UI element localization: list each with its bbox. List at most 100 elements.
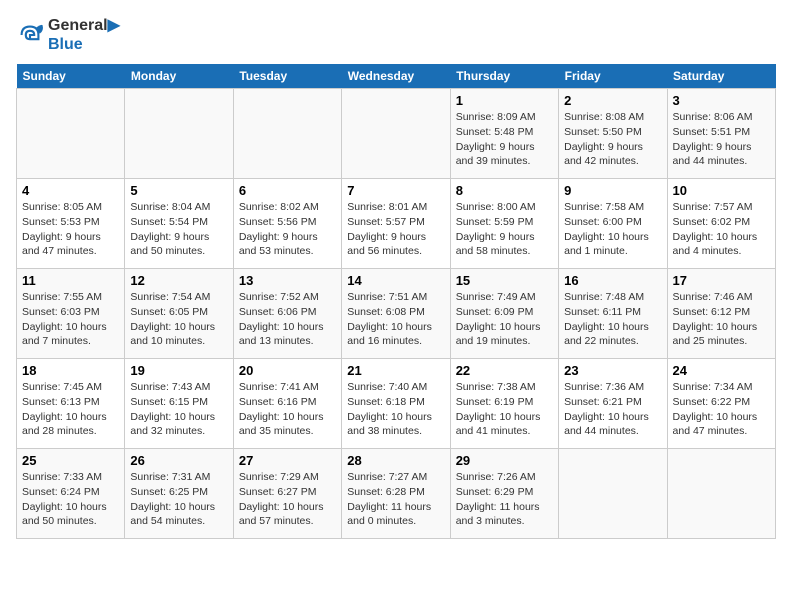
calendar-table: SundayMondayTuesdayWednesdayThursdayFrid… [16, 64, 776, 539]
day-info: Sunrise: 7:29 AM Sunset: 6:27 PM Dayligh… [239, 470, 336, 529]
day-info: Sunrise: 7:40 AM Sunset: 6:18 PM Dayligh… [347, 380, 444, 439]
day-cell [233, 89, 341, 179]
day-info: Sunrise: 7:48 AM Sunset: 6:11 PM Dayligh… [564, 290, 661, 349]
col-header-thursday: Thursday [450, 64, 558, 89]
day-number: 19 [130, 363, 227, 378]
day-cell [667, 449, 775, 539]
day-cell: 4 Sunrise: 8:05 AM Sunset: 5:53 PM Daylig… [17, 179, 125, 269]
day-cell [17, 89, 125, 179]
day-info: Sunrise: 7:26 AM Sunset: 6:29 PM Dayligh… [456, 470, 553, 529]
day-cell: 25 Sunrise: 7:33 AM Sunset: 6:24 PM Dayli… [17, 449, 125, 539]
day-cell [559, 449, 667, 539]
day-info: Sunrise: 8:06 AM Sunset: 5:51 PM Dayligh… [673, 110, 770, 169]
day-number: 7 [347, 183, 444, 198]
day-cell: 14 Sunrise: 7:51 AM Sunset: 6:08 PM Dayli… [342, 269, 450, 359]
day-number: 16 [564, 273, 661, 288]
day-cell: 28 Sunrise: 7:27 AM Sunset: 6:28 PM Dayli… [342, 449, 450, 539]
day-cell: 18 Sunrise: 7:45 AM Sunset: 6:13 PM Dayli… [17, 359, 125, 449]
day-cell: 27 Sunrise: 7:29 AM Sunset: 6:27 PM Dayli… [233, 449, 341, 539]
day-cell: 5 Sunrise: 8:04 AM Sunset: 5:54 PM Daylig… [125, 179, 233, 269]
day-number: 15 [456, 273, 553, 288]
day-info: Sunrise: 8:09 AM Sunset: 5:48 PM Dayligh… [456, 110, 553, 169]
day-info: Sunrise: 7:55 AM Sunset: 6:03 PM Dayligh… [22, 290, 119, 349]
day-info: Sunrise: 7:41 AM Sunset: 6:16 PM Dayligh… [239, 380, 336, 439]
day-info: Sunrise: 7:52 AM Sunset: 6:06 PM Dayligh… [239, 290, 336, 349]
day-info: Sunrise: 7:58 AM Sunset: 6:00 PM Dayligh… [564, 200, 661, 259]
day-number: 11 [22, 273, 119, 288]
day-cell: 9 Sunrise: 7:58 AM Sunset: 6:00 PM Daylig… [559, 179, 667, 269]
day-cell: 7 Sunrise: 8:01 AM Sunset: 5:57 PM Daylig… [342, 179, 450, 269]
day-cell: 19 Sunrise: 7:43 AM Sunset: 6:15 PM Dayli… [125, 359, 233, 449]
day-cell: 24 Sunrise: 7:34 AM Sunset: 6:22 PM Dayli… [667, 359, 775, 449]
day-cell: 23 Sunrise: 7:36 AM Sunset: 6:21 PM Dayli… [559, 359, 667, 449]
day-number: 23 [564, 363, 661, 378]
col-header-tuesday: Tuesday [233, 64, 341, 89]
day-info: Sunrise: 8:00 AM Sunset: 5:59 PM Dayligh… [456, 200, 553, 259]
day-number: 13 [239, 273, 336, 288]
day-number: 14 [347, 273, 444, 288]
day-cell: 1 Sunrise: 8:09 AM Sunset: 5:48 PM Daylig… [450, 89, 558, 179]
day-info: Sunrise: 7:31 AM Sunset: 6:25 PM Dayligh… [130, 470, 227, 529]
day-number: 29 [456, 453, 553, 468]
day-number: 21 [347, 363, 444, 378]
day-info: Sunrise: 7:36 AM Sunset: 6:21 PM Dayligh… [564, 380, 661, 439]
day-number: 4 [22, 183, 119, 198]
day-number: 10 [673, 183, 770, 198]
day-cell: 26 Sunrise: 7:31 AM Sunset: 6:25 PM Dayli… [125, 449, 233, 539]
week-row-1: 1 Sunrise: 8:09 AM Sunset: 5:48 PM Daylig… [17, 89, 776, 179]
header-row: SundayMondayTuesdayWednesdayThursdayFrid… [17, 64, 776, 89]
logo-icon [16, 21, 44, 49]
day-number: 22 [456, 363, 553, 378]
day-info: Sunrise: 7:38 AM Sunset: 6:19 PM Dayligh… [456, 380, 553, 439]
day-cell: 21 Sunrise: 7:40 AM Sunset: 6:18 PM Dayli… [342, 359, 450, 449]
day-number: 20 [239, 363, 336, 378]
day-cell: 2Sunrise: 8:08 AM Sunset: 5:50 PM Daylig… [559, 89, 667, 179]
day-cell: 11 Sunrise: 7:55 AM Sunset: 6:03 PM Dayli… [17, 269, 125, 359]
day-number: 18 [22, 363, 119, 378]
day-number: 28 [347, 453, 444, 468]
week-row-3: 11 Sunrise: 7:55 AM Sunset: 6:03 PM Dayli… [17, 269, 776, 359]
day-number: 17 [673, 273, 770, 288]
week-row-4: 18 Sunrise: 7:45 AM Sunset: 6:13 PM Dayli… [17, 359, 776, 449]
day-info: Sunrise: 8:01 AM Sunset: 5:57 PM Dayligh… [347, 200, 444, 259]
page-header: General▶ Blue [16, 16, 776, 54]
day-number: 24 [673, 363, 770, 378]
day-info: Sunrise: 7:54 AM Sunset: 6:05 PM Dayligh… [130, 290, 227, 349]
day-info: Sunrise: 7:51 AM Sunset: 6:08 PM Dayligh… [347, 290, 444, 349]
day-cell [342, 89, 450, 179]
day-info: Sunrise: 7:46 AM Sunset: 6:12 PM Dayligh… [673, 290, 770, 349]
day-cell [125, 89, 233, 179]
day-cell: 13 Sunrise: 7:52 AM Sunset: 6:06 PM Dayli… [233, 269, 341, 359]
day-info: Sunrise: 7:49 AM Sunset: 6:09 PM Dayligh… [456, 290, 553, 349]
day-info: Sunrise: 7:34 AM Sunset: 6:22 PM Dayligh… [673, 380, 770, 439]
day-info: Sunrise: 8:02 AM Sunset: 5:56 PM Dayligh… [239, 200, 336, 259]
col-header-friday: Friday [559, 64, 667, 89]
day-info: Sunrise: 7:57 AM Sunset: 6:02 PM Dayligh… [673, 200, 770, 259]
day-cell: 15 Sunrise: 7:49 AM Sunset: 6:09 PM Dayli… [450, 269, 558, 359]
logo-text: General▶ Blue [48, 16, 120, 54]
day-info: Sunrise: 8:05 AM Sunset: 5:53 PM Dayligh… [22, 200, 119, 259]
day-cell: 6Sunrise: 8:02 AM Sunset: 5:56 PM Daylig… [233, 179, 341, 269]
day-number: 26 [130, 453, 227, 468]
day-info: Sunrise: 8:04 AM Sunset: 5:54 PM Dayligh… [130, 200, 227, 259]
day-number: 5 [130, 183, 227, 198]
day-cell: 8Sunrise: 8:00 AM Sunset: 5:59 PM Daylig… [450, 179, 558, 269]
day-info: Sunrise: 7:43 AM Sunset: 6:15 PM Dayligh… [130, 380, 227, 439]
day-cell: 22 Sunrise: 7:38 AM Sunset: 6:19 PM Dayli… [450, 359, 558, 449]
col-header-monday: Monday [125, 64, 233, 89]
day-info: Sunrise: 7:45 AM Sunset: 6:13 PM Dayligh… [22, 380, 119, 439]
day-info: Sunrise: 7:27 AM Sunset: 6:28 PM Dayligh… [347, 470, 444, 529]
day-cell: 3Sunrise: 8:06 AM Sunset: 5:51 PM Daylig… [667, 89, 775, 179]
day-number: 12 [130, 273, 227, 288]
day-cell: 10 Sunrise: 7:57 AM Sunset: 6:02 PM Dayli… [667, 179, 775, 269]
day-number: 1 [456, 93, 553, 108]
day-info: Sunrise: 8:08 AM Sunset: 5:50 PM Dayligh… [564, 110, 661, 169]
col-header-sunday: Sunday [17, 64, 125, 89]
day-info: Sunrise: 7:33 AM Sunset: 6:24 PM Dayligh… [22, 470, 119, 529]
day-cell: 16 Sunrise: 7:48 AM Sunset: 6:11 PM Dayli… [559, 269, 667, 359]
day-number: 9 [564, 183, 661, 198]
day-cell: 17 Sunrise: 7:46 AM Sunset: 6:12 PM Dayli… [667, 269, 775, 359]
day-number: 27 [239, 453, 336, 468]
logo: General▶ Blue [16, 16, 120, 54]
day-number: 25 [22, 453, 119, 468]
